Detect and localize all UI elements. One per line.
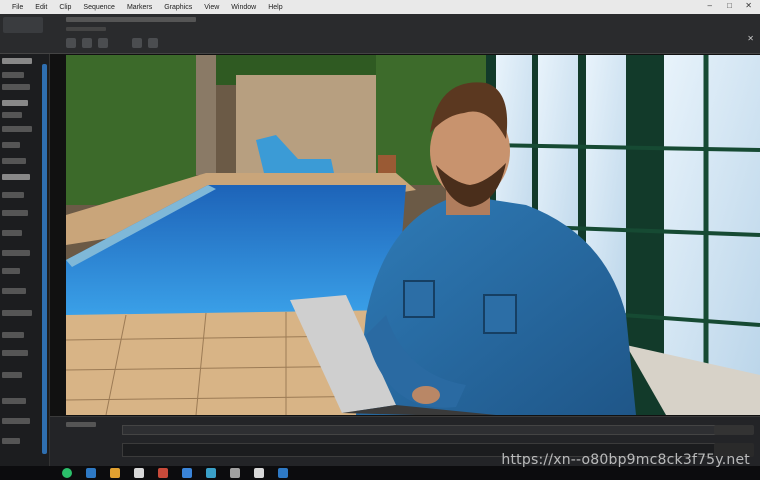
list-item[interactable] (2, 310, 32, 316)
list-item[interactable] (2, 126, 32, 132)
list-item[interactable] (2, 398, 26, 404)
start-icon[interactable] (62, 468, 72, 478)
menu-item-help[interactable]: Help (268, 4, 282, 11)
list-item[interactable] (2, 210, 28, 216)
tool-button[interactable] (98, 38, 108, 48)
menu-item-file[interactable]: File (12, 4, 23, 11)
menu-item-markers[interactable]: Markers (127, 4, 152, 11)
minimize-icon[interactable]: – (708, 1, 712, 10)
menu-bar: File Edit Clip Sequence Markers Graphics… (0, 0, 760, 14)
timeline-controls (66, 422, 96, 427)
list-item[interactable] (2, 350, 28, 356)
list-item[interactable] (2, 268, 20, 274)
list-item[interactable] (2, 288, 26, 294)
list-item[interactable] (2, 84, 30, 90)
panel-close-icon[interactable]: ✕ (747, 34, 754, 43)
menu-item-window[interactable]: Window (231, 4, 256, 11)
list-item[interactable] (2, 438, 20, 444)
list-item[interactable] (2, 418, 30, 424)
close-icon[interactable]: ✕ (745, 1, 752, 10)
list-item[interactable] (2, 174, 30, 180)
list-item[interactable] (2, 112, 22, 118)
timeline-track[interactable] (122, 425, 722, 435)
list-item[interactable] (2, 72, 24, 78)
list-item[interactable] (2, 332, 24, 338)
menu-item-clip[interactable]: Clip (59, 4, 71, 11)
tool-button[interactable] (82, 38, 92, 48)
list-item[interactable] (2, 158, 26, 164)
timecode-display (66, 422, 96, 427)
menu-item-sequence[interactable]: Sequence (83, 4, 115, 11)
subpath (66, 27, 106, 31)
list-item[interactable] (2, 372, 22, 378)
list-item[interactable] (2, 250, 30, 256)
tool-button[interactable] (148, 38, 158, 48)
sidebar-scrollbar[interactable] (42, 64, 47, 454)
timeline-zoom-control[interactable] (714, 425, 754, 435)
photos-icon[interactable] (230, 468, 240, 478)
project-sidebar (0, 54, 50, 466)
settings-icon[interactable] (254, 468, 264, 478)
list-item[interactable] (2, 58, 32, 64)
menu-item-edit[interactable]: Edit (35, 4, 47, 11)
tool-button[interactable] (132, 38, 142, 48)
media-icon[interactable] (278, 468, 288, 478)
search-icon[interactable] (86, 468, 96, 478)
preview-frame (66, 55, 760, 415)
folder-icon[interactable] (110, 468, 120, 478)
taskbar (0, 466, 760, 480)
mail-icon[interactable] (158, 468, 168, 478)
app-logo (3, 17, 43, 33)
app-icon[interactable] (206, 468, 216, 478)
browser-icon[interactable] (134, 468, 144, 478)
program-monitor[interactable] (66, 55, 760, 415)
menu-item-view[interactable]: View (204, 4, 219, 11)
list-item[interactable] (2, 142, 20, 148)
menu-item-graphics[interactable]: Graphics (164, 4, 192, 11)
list-item[interactable] (2, 230, 22, 236)
list-item[interactable] (2, 192, 24, 198)
panel-header: ✕ (0, 14, 760, 54)
maximize-icon[interactable]: □ (727, 1, 732, 10)
tool-button[interactable] (66, 38, 76, 48)
toolbar (66, 38, 158, 48)
watermark-url: https://xn--o80bp9mc8ck3f75y.net (501, 452, 750, 468)
store-icon[interactable] (182, 468, 192, 478)
breadcrumb (66, 17, 196, 22)
list-item[interactable] (2, 100, 28, 106)
